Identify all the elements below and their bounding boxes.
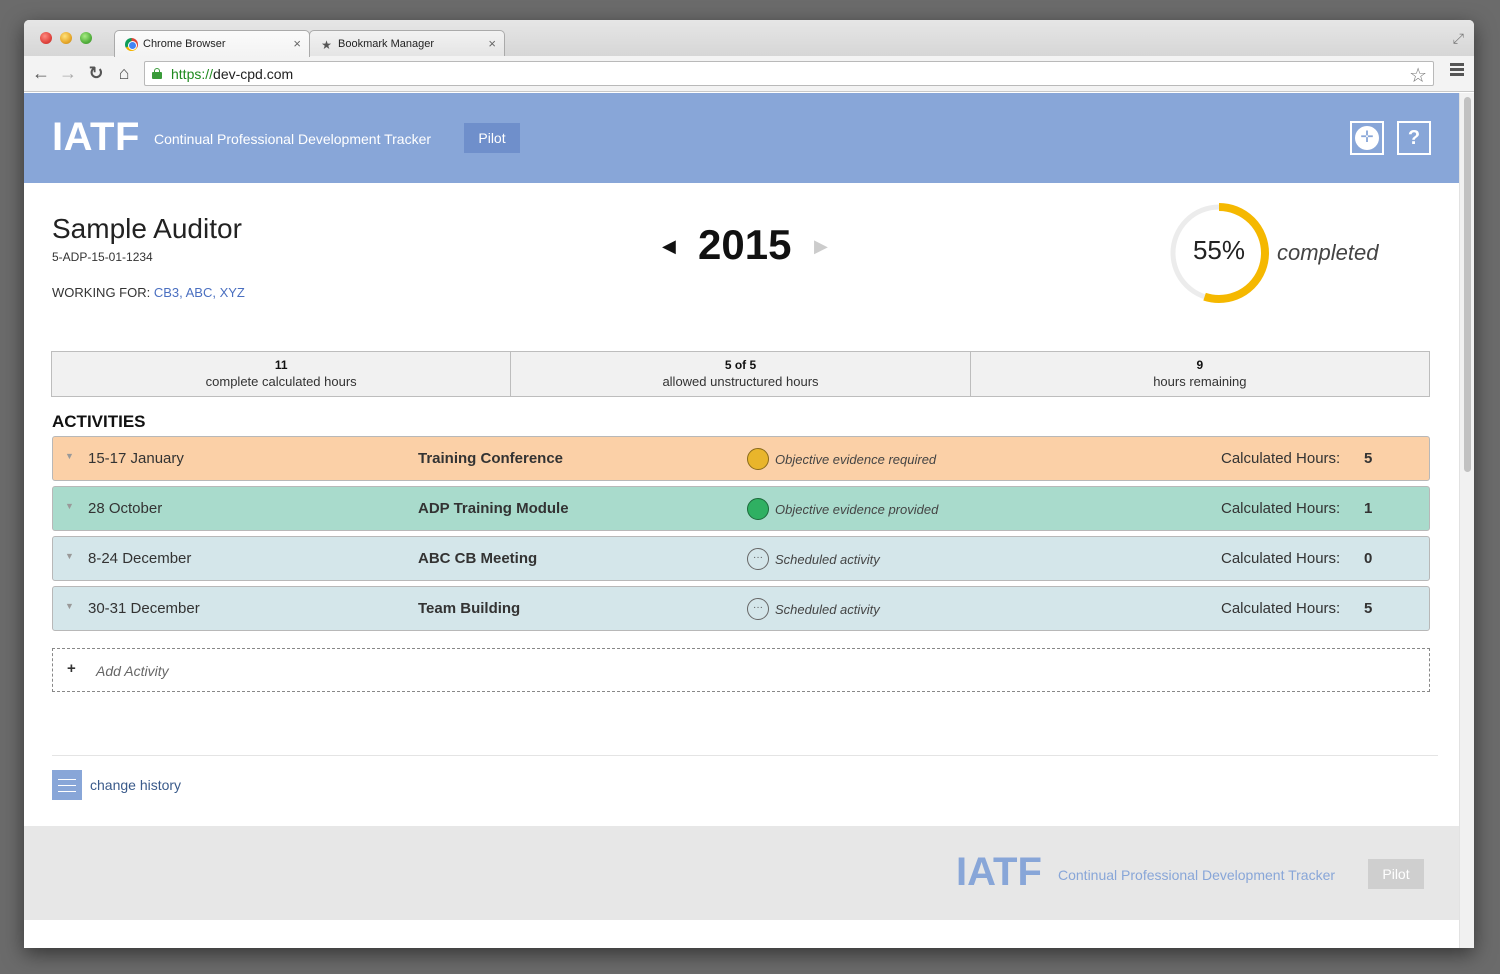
stat-complete-hours: 11 complete calculated hours (51, 351, 512, 397)
add-activity-label: Add Activity (96, 663, 169, 679)
next-year-icon[interactable]: ▶ (814, 236, 828, 257)
tab-label: Bookmark Manager (338, 38, 434, 50)
list-icon (58, 779, 76, 780)
close-window-button[interactable] (40, 32, 52, 44)
home-icon[interactable]: ⌂ (113, 62, 135, 84)
address-bar[interactable]: https://dev-cpd.com ☆ (144, 61, 1434, 88)
lock-icon (152, 68, 162, 79)
pilot-badge: Pilot (464, 123, 520, 153)
status-provided-icon (747, 498, 769, 520)
activity-status: Objective evidence required (775, 452, 937, 467)
hours-label: Calculated Hours: (1221, 550, 1341, 567)
help-icon: ? (1407, 126, 1421, 149)
divider (52, 755, 1438, 756)
app-header: IATF Continual Professional Development … (24, 93, 1459, 183)
activity-title: Training Conference (418, 450, 564, 467)
reload-icon[interactable]: ↻ (85, 62, 107, 84)
vertical-scrollbar[interactable] (1459, 93, 1474, 948)
tab-label: Chrome Browser (143, 38, 226, 50)
hours-value: 5 (1364, 450, 1373, 467)
activity-row[interactable]: ▼ 15-17 January Training Conference Obje… (52, 436, 1430, 481)
help-button[interactable]: ? (1397, 121, 1431, 155)
plus-icon: + (67, 660, 76, 677)
minimize-window-button[interactable] (60, 32, 72, 44)
activity-title: ABC CB Meeting (418, 550, 538, 567)
stat-value: 9 (1196, 358, 1204, 372)
activity-status: Scheduled activity (775, 552, 880, 567)
status-scheduled-icon: ··· (747, 548, 769, 570)
previous-year-icon[interactable]: ◀ (662, 236, 676, 257)
year-display: 2015 (698, 221, 792, 268)
activity-date: 8-24 December (88, 550, 192, 567)
fullscreen-icon[interactable]: ⤢ (1453, 30, 1464, 47)
hours-label: Calculated Hours: (1221, 500, 1341, 517)
chevron-down-icon[interactable]: ▼ (65, 501, 74, 511)
star-icon: ★ (321, 37, 332, 52)
stat-value: 5 of 5 (724, 358, 757, 372)
chevron-down-icon[interactable]: ▼ (65, 601, 74, 611)
hours-value: 1 (1364, 500, 1373, 517)
activity-status: Scheduled activity (775, 602, 880, 617)
change-history-button[interactable] (52, 770, 82, 800)
status-required-icon (747, 448, 769, 470)
working-for: WORKING FOR: CB3, ABC, XYZ (52, 285, 245, 300)
activity-row[interactable]: ▼ 28 October ADP Training Module Objecti… (52, 486, 1430, 531)
app-subtitle: Continual Professional Development Track… (154, 131, 432, 147)
tab-chrome-browser[interactable]: Chrome Browser × (114, 30, 310, 57)
auditor-name: Sample Auditor (52, 213, 242, 244)
activity-title: ADP Training Module (418, 500, 569, 517)
stat-value: 11 (274, 358, 288, 372)
page-viewport: IATF Continual Professional Development … (24, 93, 1474, 948)
app-logo[interactable]: IATF (52, 115, 140, 160)
activity-row[interactable]: ▼ 30-31 December Team Building ··· Sched… (52, 586, 1430, 631)
chrome-icon (125, 38, 138, 51)
activity-date: 28 October (88, 500, 163, 517)
working-for-label: WORKING FOR: (52, 285, 151, 300)
auditor-id: 5-ADP-15-01-1234 (52, 250, 153, 264)
browser-window: Chrome Browser × ★ Bookmark Manager × ⤢ … (24, 20, 1474, 948)
stat-hours-remaining: 9 hours remaining (969, 351, 1430, 397)
zoom-window-button[interactable] (80, 32, 92, 44)
working-for-links[interactable]: CB3, ABC, XYZ (154, 285, 245, 300)
chevron-down-icon[interactable]: ▼ (65, 451, 74, 461)
tab-bookmark-manager[interactable]: ★ Bookmark Manager × (309, 30, 505, 57)
tab-bar: Chrome Browser × ★ Bookmark Manager × ⤢ (24, 20, 1474, 57)
hours-label: Calculated Hours: (1221, 450, 1341, 467)
change-history-link[interactable]: change history (90, 777, 181, 793)
activity-date: 30-31 December (88, 600, 200, 617)
stat-unstructured-hours: 5 of 5 allowed unstructured hours (510, 351, 971, 397)
forward-icon[interactable]: → (57, 62, 79, 84)
activity-date: 15-17 January (88, 450, 184, 467)
footer-logo: IATF (956, 850, 1042, 894)
menu-icon[interactable] (1450, 63, 1464, 77)
stat-label: allowed unstructured hours (662, 374, 819, 389)
compass-icon (1355, 126, 1379, 150)
footer-pilot-badge: Pilot (1368, 859, 1424, 889)
footer-subtitle: Continual Professional Development Track… (1058, 867, 1336, 883)
stat-label: complete calculated hours (205, 374, 357, 389)
activity-title: Team Building (418, 600, 521, 617)
status-scheduled-icon: ··· (747, 598, 769, 620)
activities-heading: ACTIVITIES (52, 412, 146, 431)
url-text[interactable]: https://dev-cpd.com (171, 66, 293, 82)
navigate-button[interactable] (1350, 121, 1384, 155)
activity-row[interactable]: ▼ 8-24 December ABC CB Meeting ··· Sched… (52, 536, 1430, 581)
hours-value: 0 (1364, 550, 1373, 567)
bookmark-star-icon[interactable]: ☆ (1409, 63, 1427, 88)
close-tab-icon[interactable]: × (293, 36, 301, 51)
stats-row: 11 complete calculated hours 5 of 5 allo… (51, 351, 1430, 397)
back-icon[interactable]: ← (30, 62, 52, 84)
stat-label: hours remaining (1153, 374, 1247, 389)
add-activity-button[interactable]: + Add Activity (52, 648, 1430, 692)
progress-percent: 55% (1192, 235, 1246, 265)
hours-label: Calculated Hours: (1221, 600, 1341, 617)
progress-label: completed (1277, 240, 1379, 265)
page-footer: IATF Continual Professional Development … (24, 826, 1459, 920)
hours-value: 5 (1364, 600, 1373, 617)
activity-status: Objective evidence provided (775, 502, 939, 517)
scrollbar-thumb[interactable] (1464, 97, 1471, 472)
browser-toolbar: ← → ↻ ⌂ https://dev-cpd.com ☆ (24, 56, 1474, 92)
chevron-down-icon[interactable]: ▼ (65, 551, 74, 561)
close-tab-icon[interactable]: × (488, 36, 496, 51)
